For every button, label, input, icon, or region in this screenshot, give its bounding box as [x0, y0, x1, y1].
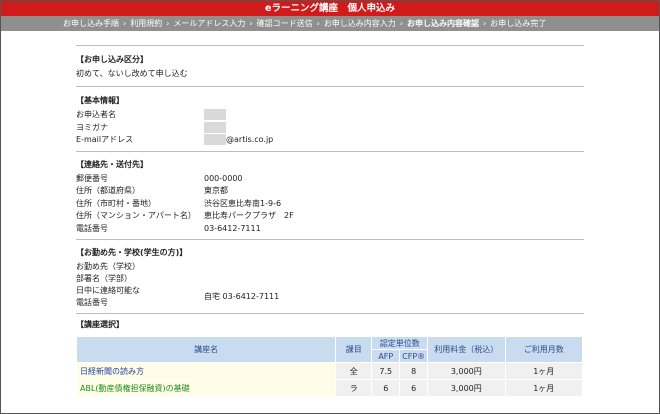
- divider: [76, 313, 584, 314]
- section-title-kubun: 【お申し込み区分】: [76, 55, 148, 64]
- name-label: お申込者名: [76, 110, 116, 119]
- step-item: お申し込み手順: [63, 19, 119, 28]
- section-title-kihon: 【基本情報】: [76, 96, 124, 105]
- course-afp: 6: [371, 379, 401, 397]
- divider: [76, 239, 584, 240]
- field-row: E-mailアドレス @artis.co.jp: [76, 134, 584, 147]
- prefecture-value: 東京都: [204, 186, 228, 195]
- field-row: 住所（マンション・アパート名） 恵比寿パークプラザ 2F: [76, 210, 584, 223]
- section-title-kinmu: 【お勤め先・学校(学生の方)】: [76, 248, 188, 257]
- kana-label: ヨミガナ: [76, 122, 108, 132]
- field-row: 郵便番号 000-0000: [76, 173, 584, 186]
- step-breadcrumb: お申し込み手順 › 利用規約 › メールアドレス入力 › 確認コード送信 › お申し込み内容入力…: [1, 16, 659, 31]
- daytime-phone-label-line2: 電話番号: [76, 298, 108, 307]
- field-row: ヨミガナ: [76, 121, 584, 135]
- breadcrumb-separator: ›: [249, 19, 253, 28]
- email-domain: @artis.co.jp: [226, 135, 274, 144]
- course-afp: 7.5: [371, 362, 401, 380]
- dept-label: 部署名（学部）: [76, 274, 132, 283]
- building-value: 恵比寿パークプラザ 2F: [204, 211, 294, 220]
- phone-label: 電話番号: [76, 223, 108, 233]
- divider: [76, 86, 584, 87]
- redacted-block: [204, 109, 226, 120]
- course-cfp: 6: [399, 379, 429, 397]
- course-kamoku: 全: [335, 362, 373, 380]
- daytime-phone-label-line1: 日中に連絡可能な: [76, 286, 140, 295]
- confirmation-content: 【お申し込み区分】 初めて、ないし改めて申し込む 【基本情報】 お申込者名 ヨミ…: [75, 45, 584, 397]
- course-kamoku: ラ: [335, 379, 373, 397]
- col-header-cfp: CFP®: [399, 349, 429, 363]
- table-header-row: 講座名 課目 認定単位数 利用料金（税込） ご利用月数: [75, 336, 584, 363]
- table-row: ABL(動産債権担保融資)の基礎 ラ 6 6 3,000円 1ヶ月: [75, 379, 584, 397]
- course-period: 1ヶ月: [504, 362, 584, 380]
- table-row: 日経新聞の読み方 全 7.5 8 3,000円 1ヶ月: [75, 362, 584, 380]
- col-header-period: ご利用月数: [504, 336, 584, 363]
- company-label: お勤め先（学校）: [76, 262, 140, 271]
- daytime-phone-label: 日中に連絡可能な 電話番号: [76, 285, 204, 309]
- field-row: お申込者名: [76, 109, 584, 122]
- course-fee: 3,000円: [427, 362, 506, 380]
- divider: [76, 45, 584, 46]
- postal-label: 郵便番号: [76, 173, 108, 183]
- step-item: お申し込み内容入力: [323, 19, 396, 28]
- field-row: 住所（市町村・番地） 渋谷区恵比寿南1-9-6: [76, 198, 584, 211]
- field-row: 住所（都道府県） 東京都: [76, 185, 584, 198]
- city-label: 住所（市町村・番地）: [76, 198, 156, 208]
- prefecture-label: 住所（都道府県）: [76, 186, 140, 195]
- step-item-current: お申し込み内容確認: [407, 19, 480, 28]
- section-title-kouza: 【講座選択】: [76, 320, 124, 329]
- breadcrumb-separator: ›: [123, 19, 127, 28]
- step-item: 利用規約: [130, 19, 163, 28]
- email-value: @artis.co.jp: [204, 134, 584, 147]
- section-title-renraku: 【連絡先・送付先】: [76, 159, 148, 169]
- course-name[interactable]: ABL(動産債権担保融資)の基礎: [75, 379, 337, 397]
- city-value: 渋谷区恵比寿南1-9-6: [204, 198, 282, 208]
- col-header-fee: 利用料金（税込）: [427, 336, 506, 363]
- phone-value: 03-6412-7111: [204, 223, 261, 233]
- page-frame: eラーニング講座 個人申込み お申し込み手順 › 利用規約 › メールアドレス入力 › 確認…: [0, 0, 660, 414]
- col-header-kamoku: 課目: [335, 336, 373, 363]
- breadcrumb-separator: ›: [166, 19, 170, 28]
- building-label: 住所（マンション・アパート名）: [76, 211, 196, 220]
- course-table: 講座名 課目 認定単位数 利用料金（税込） ご利用月数 AFP CFP® 日経新…: [75, 336, 584, 397]
- col-header-afp: AFP: [371, 349, 401, 363]
- redacted-block: [204, 121, 226, 133]
- step-item: 確認コード送信: [256, 19, 313, 28]
- course-fee: 3,000円: [427, 379, 506, 397]
- breadcrumb-separator: ›: [483, 19, 487, 28]
- breadcrumb-separator: ›: [399, 19, 404, 28]
- course-period: 1ヶ月: [504, 379, 584, 397]
- email-label: E-mailアドレス: [76, 135, 134, 144]
- field-row: 電話番号 03-6412-7111: [76, 223, 584, 236]
- field-row: 日中に連絡可能な 電話番号 自宅 03-6412-7111: [76, 285, 584, 309]
- daytime-phone-value: 自宅 03-6412-7111: [204, 292, 280, 301]
- page-title: eラーニング講座 個人申込み: [1, 1, 659, 16]
- step-item: お申し込み完了: [490, 19, 547, 28]
- postal-value: 000-0000: [204, 173, 243, 183]
- course-name[interactable]: 日経新聞の読み方: [75, 362, 337, 380]
- breadcrumb-separator: ›: [316, 19, 320, 28]
- name-value: [204, 109, 584, 122]
- course-cfp: 8: [399, 362, 429, 380]
- kana-value: [204, 121, 584, 135]
- col-header-name: 講座名: [75, 336, 337, 363]
- kubun-value: 初めて、ないし改めて申し込む: [76, 69, 188, 78]
- step-item: メールアドレス入力: [173, 19, 246, 28]
- col-header-credits: 認定単位数: [371, 336, 429, 350]
- divider: [76, 150, 584, 152]
- redacted-block: [204, 134, 226, 145]
